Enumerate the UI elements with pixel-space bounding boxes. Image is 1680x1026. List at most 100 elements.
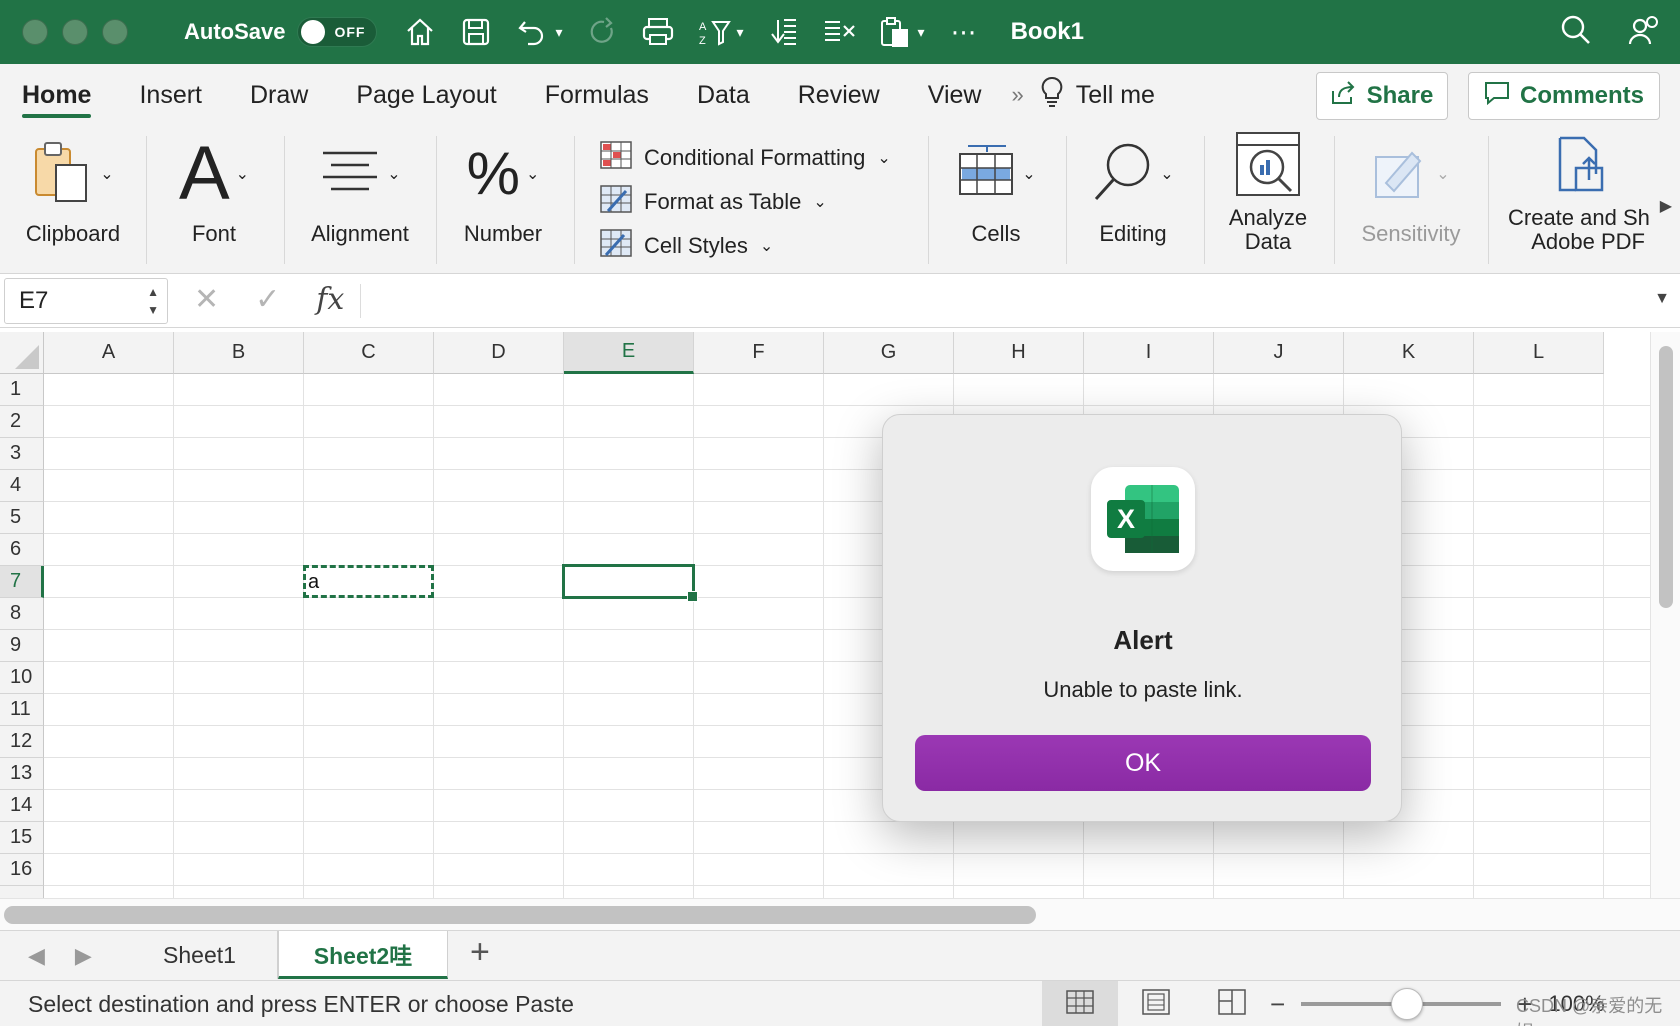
share-person-icon[interactable]: [1628, 14, 1660, 51]
tell-me[interactable]: Tell me: [1040, 76, 1155, 115]
horizontal-scrollbar[interactable]: [0, 898, 1680, 930]
fill-icon[interactable]: [766, 15, 800, 49]
row-header-6[interactable]: 6: [0, 534, 44, 566]
more-tabs-icon[interactable]: »: [1011, 82, 1023, 108]
tab-insert[interactable]: Insert: [139, 64, 202, 126]
row-header-10[interactable]: 10: [0, 662, 44, 694]
undo-icon[interactable]: [515, 15, 549, 49]
home-icon[interactable]: [403, 15, 437, 49]
cell-c7[interactable]: a: [308, 571, 319, 594]
column-header-c[interactable]: C: [304, 332, 434, 374]
font-group[interactable]: A ⌄ Font: [160, 126, 268, 274]
conditional-formatting-button[interactable]: Conditional Formatting ⌄: [600, 136, 891, 180]
share-icon: [1331, 80, 1357, 112]
page-layout-view-button[interactable]: [1118, 981, 1194, 1026]
paste-icon[interactable]: [878, 15, 912, 49]
column-header-a[interactable]: A: [44, 332, 174, 374]
tab-view[interactable]: View: [928, 64, 982, 126]
insert-function-button[interactable]: fx: [316, 282, 344, 317]
row-header-11[interactable]: 11: [0, 694, 44, 726]
column-header-d[interactable]: D: [434, 332, 564, 374]
alignment-group[interactable]: ⌄ Alignment: [296, 126, 424, 274]
row-header-partial[interactable]: [0, 886, 44, 898]
autosave-toggle[interactable]: OFF: [297, 17, 378, 47]
sort-filter-icon[interactable]: AZ: [697, 15, 731, 49]
name-box-stepper-icon[interactable]: ▲ ▼: [147, 283, 159, 319]
number-group[interactable]: % ⌄ Number: [448, 126, 558, 274]
zoom-slider-thumb[interactable]: [1391, 988, 1424, 1020]
minimize-window-button[interactable]: [62, 19, 88, 45]
alignment-label: Alignment: [311, 221, 409, 246]
sheet-next-icon[interactable]: ▶: [75, 943, 92, 969]
row-header-13[interactable]: 13: [0, 758, 44, 790]
dialog-title: Alert: [1113, 625, 1173, 655]
column-header-e[interactable]: E: [564, 332, 694, 374]
row-header-16[interactable]: 16: [0, 854, 44, 886]
sheet-tab-2[interactable]: Sheet2哇: [278, 931, 448, 979]
close-window-button[interactable]: [22, 19, 48, 45]
paste-dropdown-icon[interactable]: ▾: [918, 24, 925, 41]
column-header-f[interactable]: F: [694, 332, 824, 374]
format-as-table-button[interactable]: Format as Table ⌄: [600, 180, 891, 224]
vertical-scrollbar[interactable]: [1650, 332, 1680, 898]
sheet-tab-1[interactable]: Sheet1: [122, 931, 278, 979]
sheet-prev-icon[interactable]: ◀: [28, 943, 45, 969]
row-header-4[interactable]: 4: [0, 470, 44, 502]
print-icon[interactable]: [641, 15, 675, 49]
column-header-i[interactable]: I: [1084, 332, 1214, 374]
comments-button[interactable]: Comments: [1468, 72, 1660, 120]
page-break-view-button[interactable]: [1194, 981, 1270, 1026]
more-commands-icon[interactable]: ⋯: [947, 15, 981, 49]
add-sheet-button[interactable]: +: [470, 933, 490, 972]
normal-view-button[interactable]: [1042, 981, 1118, 1026]
undo-dropdown-icon[interactable]: ▾: [555, 24, 562, 41]
create-pdf-button[interactable]: Create and Sh Adobe PDF: [1508, 126, 1652, 274]
column-header-l[interactable]: L: [1474, 332, 1604, 374]
column-header-j[interactable]: J: [1214, 332, 1344, 374]
tab-page-layout[interactable]: Page Layout: [356, 64, 496, 126]
row-header-8[interactable]: 8: [0, 598, 44, 630]
zoom-slider[interactable]: [1301, 988, 1502, 1020]
row-header-14[interactable]: 14: [0, 790, 44, 822]
active-cell-e7[interactable]: [562, 564, 698, 602]
tab-draw[interactable]: Draw: [250, 64, 308, 126]
worksheet-grid[interactable]: A B C D E F G H I J K L 1 2 3 4 5 6 7 8 9 10 11 12 13 14 15 16 a: [0, 332, 1650, 898]
share-label: Share: [1366, 82, 1434, 109]
share-button[interactable]: Share: [1316, 72, 1448, 120]
row-header-5[interactable]: 5: [0, 502, 44, 534]
column-header-h[interactable]: H: [954, 332, 1084, 374]
tab-review[interactable]: Review: [798, 64, 880, 126]
row-header-3[interactable]: 3: [0, 438, 44, 470]
tab-formulas[interactable]: Formulas: [545, 64, 649, 126]
select-all-corner[interactable]: [0, 332, 44, 374]
column-header-k[interactable]: K: [1344, 332, 1474, 374]
row-header-12[interactable]: 12: [0, 726, 44, 758]
ribbon-scroll-right-icon[interactable]: ▶: [1660, 196, 1672, 216]
tab-data[interactable]: Data: [697, 64, 750, 126]
clipboard-group[interactable]: ⌄ Clipboard: [14, 126, 132, 274]
zoom-out-button[interactable]: −: [1270, 989, 1285, 1020]
column-header-b[interactable]: B: [174, 332, 304, 374]
row-header-7[interactable]: 7: [0, 566, 44, 598]
clear-icon[interactable]: [822, 15, 856, 49]
analyze-data-button[interactable]: Analyze Data: [1218, 126, 1318, 274]
row-header-15[interactable]: 15: [0, 822, 44, 854]
conditional-formatting-label: Conditional Formatting: [644, 145, 866, 170]
cell-styles-button[interactable]: Cell Styles ⌄: [600, 224, 891, 268]
row-header-2[interactable]: 2: [0, 406, 44, 438]
row-header-1[interactable]: 1: [0, 374, 44, 406]
vertical-scroll-thumb[interactable]: [1659, 346, 1673, 608]
ok-button[interactable]: OK: [915, 735, 1371, 791]
save-icon[interactable]: [459, 15, 493, 49]
horizontal-scroll-thumb[interactable]: [4, 906, 1036, 924]
tab-home[interactable]: Home: [22, 64, 92, 126]
column-header-g[interactable]: G: [824, 332, 954, 374]
search-icon[interactable]: [1560, 14, 1592, 51]
row-header-9[interactable]: 9: [0, 630, 44, 662]
cells-group[interactable]: ⌄ Cells: [944, 126, 1048, 274]
editing-group[interactable]: ⌄ Editing: [1082, 126, 1184, 274]
name-box[interactable]: E7 ▲ ▼: [4, 278, 168, 324]
zoom-window-button[interactable]: [102, 19, 128, 45]
sort-dropdown-icon[interactable]: ▾: [737, 24, 744, 41]
expand-formula-bar-icon[interactable]: ▼: [1654, 290, 1670, 308]
